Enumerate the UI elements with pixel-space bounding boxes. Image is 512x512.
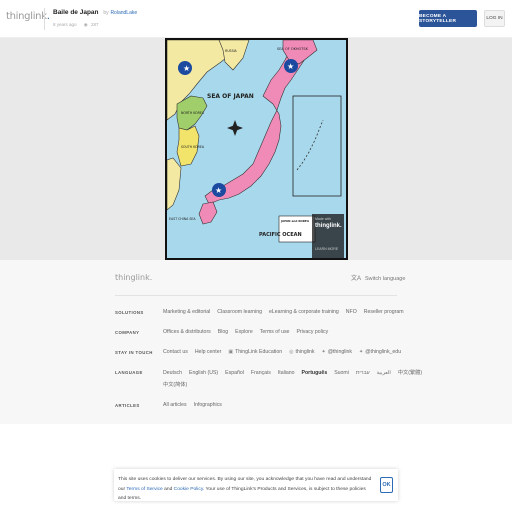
switch-language[interactable]: 文A Switch language — [351, 273, 405, 282]
footer-link[interactable]: Contact us — [163, 349, 188, 355]
pacific-ocean-label: PACIFIC OCEAN — [259, 232, 302, 238]
language-link[interactable]: Suomi — [334, 370, 349, 376]
language-link[interactable]: 中文(简体) — [163, 382, 187, 388]
language-link-active[interactable]: Português — [302, 370, 328, 376]
language-link[interactable]: Deutsch — [163, 370, 182, 376]
language-links: Deutsch English (US) Español Français Italia… — [163, 369, 429, 376]
solutions-label: SOLUTIONS — [115, 310, 144, 315]
twitter-icon: ✦ — [321, 349, 326, 355]
footer-link[interactable]: Explore — [235, 329, 253, 335]
footer-link[interactable]: Classroom learning — [217, 309, 262, 315]
footer-link[interactable]: Help center — [195, 349, 222, 355]
footer-divider — [115, 295, 397, 296]
marker-star-icon: ★ — [183, 64, 190, 73]
by-label: by — [103, 10, 109, 16]
sea-of-okhotsk-label: SEA OF OKHOTSK — [277, 47, 309, 51]
footer-link[interactable]: @thinglink — [328, 349, 352, 355]
made-with-logo: thinglink. — [315, 223, 342, 229]
cookie-ok-button[interactable]: OK — [380, 477, 393, 493]
stay-in-touch-label: STAY IN TOUCH — [115, 350, 153, 355]
learn-more-link[interactable]: LEARN MORE — [315, 247, 338, 251]
terms-of-service-link[interactable]: Terms of Service — [126, 487, 162, 492]
language-link[interactable]: 中文(繁體) — [398, 370, 422, 376]
translate-icon: 文A — [351, 276, 362, 282]
language-links-row2: 中文(简体) — [163, 381, 194, 388]
page-title: Baile de Japan — [53, 9, 99, 16]
view-count: 287 — [90, 22, 99, 27]
instagram-icon: ◎ — [289, 349, 294, 355]
marker-star-icon: ★ — [287, 62, 294, 71]
footer-link[interactable]: Offices & distributors — [163, 329, 211, 335]
marker-star-icon: ★ — [215, 186, 222, 195]
articles-links: All articles Infographics — [163, 402, 229, 408]
legend-title: JAPAN and KOREA — [280, 219, 310, 223]
north-korea-label: NORTH KOREA — [181, 111, 205, 115]
footer-logo[interactable]: thinglink. — [115, 273, 152, 282]
language-link[interactable]: Español — [225, 370, 244, 376]
become-storyteller-button[interactable]: BECOME A STORYTELLER — [419, 10, 477, 27]
eye-icon: ◉ — [83, 22, 88, 27]
stay-in-touch-links: Contact us Help center ▣ ThingLink Educatio… — [163, 349, 408, 355]
footer-link[interactable]: Infographics — [194, 402, 222, 408]
made-with-thinglink-badge[interactable]: Made with thinglink. LEARN MORE — [312, 214, 344, 258]
footer-link[interactable]: Reseller program — [364, 309, 404, 315]
twitter-icon: ✦ — [359, 349, 364, 355]
language-link[interactable]: English (US) — [189, 370, 218, 376]
image-stage: ★ ★ ★ SEA OF JAPAN PACIFIC OCEAN SEA OF … — [0, 38, 512, 260]
cookie-text-and: and — [162, 486, 174, 492]
compass-rose-icon — [227, 120, 243, 136]
cookie-text: This site uses cookies to deliver our se… — [118, 475, 373, 504]
inset-frame — [292, 95, 342, 197]
made-with-label: Made with — [315, 217, 331, 221]
footer-link[interactable]: NFO — [346, 309, 357, 315]
articles-label: ARTICLES — [115, 403, 140, 408]
language-link[interactable]: Italiano — [278, 370, 295, 376]
language-link[interactable]: العربية — [377, 370, 391, 376]
footer-link[interactable]: Terms of use — [260, 329, 290, 335]
sea-of-japan-label: SEA OF JAPAN — [207, 93, 254, 100]
footer-link[interactable]: ThingLink Education — [235, 349, 282, 355]
footer-link[interactable]: All articles — [163, 402, 187, 408]
company-links: Offices & distributors Blog Explore Terms o… — [163, 329, 335, 335]
footer-link[interactable]: thinglink — [295, 349, 314, 355]
footer-link[interactable]: Privacy policy — [296, 329, 328, 335]
language-label: LANGUAGE — [115, 370, 143, 375]
solutions-links: Marketing & editorial Classroom learning e… — [163, 309, 411, 315]
post-age: 8 years ago — [53, 22, 77, 27]
japan-kyushu — [198, 201, 218, 225]
login-button[interactable]: LOG IN — [484, 10, 505, 27]
east-china-sea-label: EAST CHINA SEA — [169, 217, 196, 221]
map-image[interactable]: ★ ★ ★ SEA OF JAPAN PACIFIC OCEAN SEA OF … — [165, 38, 348, 260]
language-link[interactable]: עברית — [356, 370, 370, 376]
top-header: thinglink. Baile de Japan by RolandLake … — [0, 0, 512, 38]
russia-label: RUSSIA — [225, 49, 238, 53]
footer-link[interactable]: Blog — [218, 329, 228, 335]
china-coast — [167, 157, 182, 211]
footer-link[interactable]: eLearning & corporate training — [269, 309, 339, 315]
cookie-policy-link[interactable]: Cookie Policy — [174, 487, 203, 492]
title-row: Baile de Japan by RolandLake — [53, 9, 137, 16]
site-footer: thinglink. 文A Switch language SOLUTIONS M… — [0, 260, 512, 424]
footer-link[interactable]: @thinglink_edu — [365, 349, 401, 355]
video-icon: ▣ — [228, 349, 234, 355]
company-label: COMPANY — [115, 330, 140, 335]
language-link[interactable]: Français — [251, 370, 271, 376]
meta-row: 8 years ago ◉ 287 — [53, 22, 99, 28]
author-link[interactable]: RolandLake — [110, 10, 137, 16]
footer-link[interactable]: Marketing & editorial — [163, 309, 210, 315]
cookie-banner: This site uses cookies to deliver our se… — [114, 469, 398, 501]
south-korea-label: SOUTH KOREA — [181, 145, 205, 149]
switch-language-label: Switch language — [365, 276, 406, 282]
header-divider — [44, 8, 45, 30]
